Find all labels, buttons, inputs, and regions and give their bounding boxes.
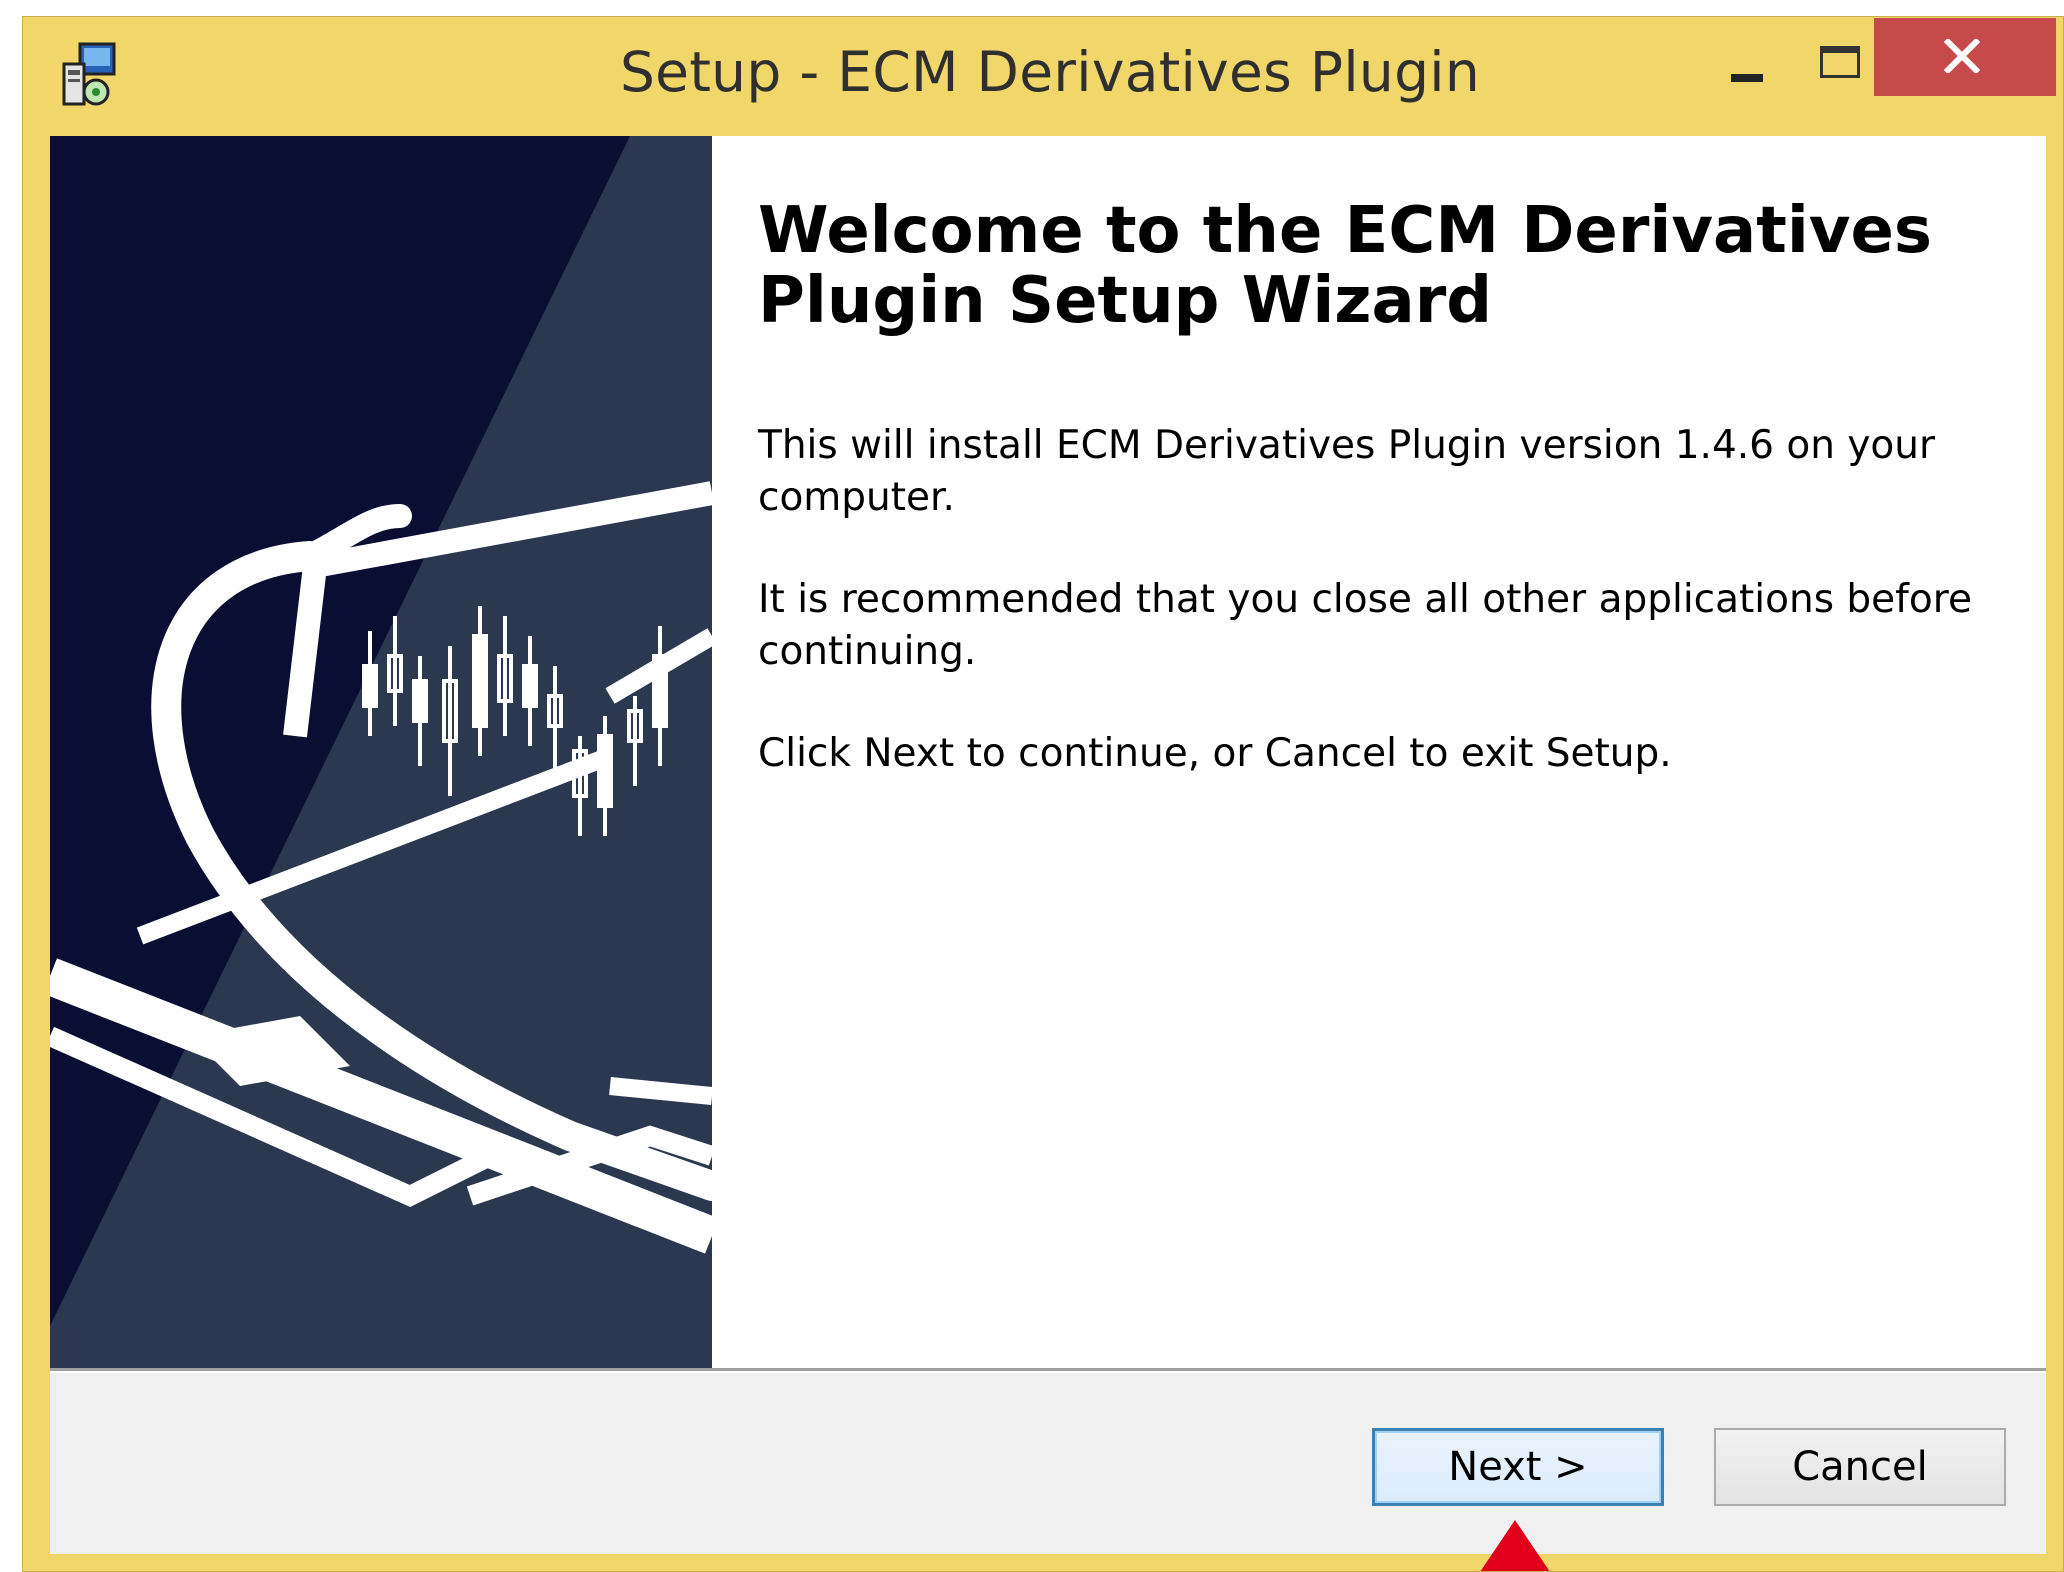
cancel-button[interactable]: Cancel bbox=[1714, 1428, 2006, 1506]
minimize-icon bbox=[1731, 74, 1763, 82]
recommendation-text: It is recommended that you close all oth… bbox=[758, 577, 1972, 674]
maximize-icon bbox=[1820, 46, 1860, 78]
next-button-label: Next > bbox=[1448, 1444, 1588, 1490]
pointer-arrow-icon bbox=[1480, 1520, 1550, 1572]
wizard-side-image bbox=[50, 136, 712, 1368]
close-icon bbox=[1944, 39, 1980, 73]
next-button[interactable]: Next > bbox=[1372, 1428, 1664, 1506]
minimize-button[interactable] bbox=[1700, 22, 1790, 96]
cancel-button-label: Cancel bbox=[1792, 1444, 1928, 1490]
maximize-button[interactable] bbox=[1790, 22, 1880, 96]
close-button[interactable] bbox=[1874, 18, 2056, 96]
instruction-text: Click Next to continue, or Cancel to exi… bbox=[758, 731, 1672, 776]
welcome-heading: Welcome to the ECM Derivatives Plugin Se… bbox=[758, 194, 1932, 338]
footer-separator-highlight bbox=[50, 1371, 2046, 1373]
install-info-text: This will install ECM Derivatives Plugin… bbox=[758, 423, 1936, 520]
